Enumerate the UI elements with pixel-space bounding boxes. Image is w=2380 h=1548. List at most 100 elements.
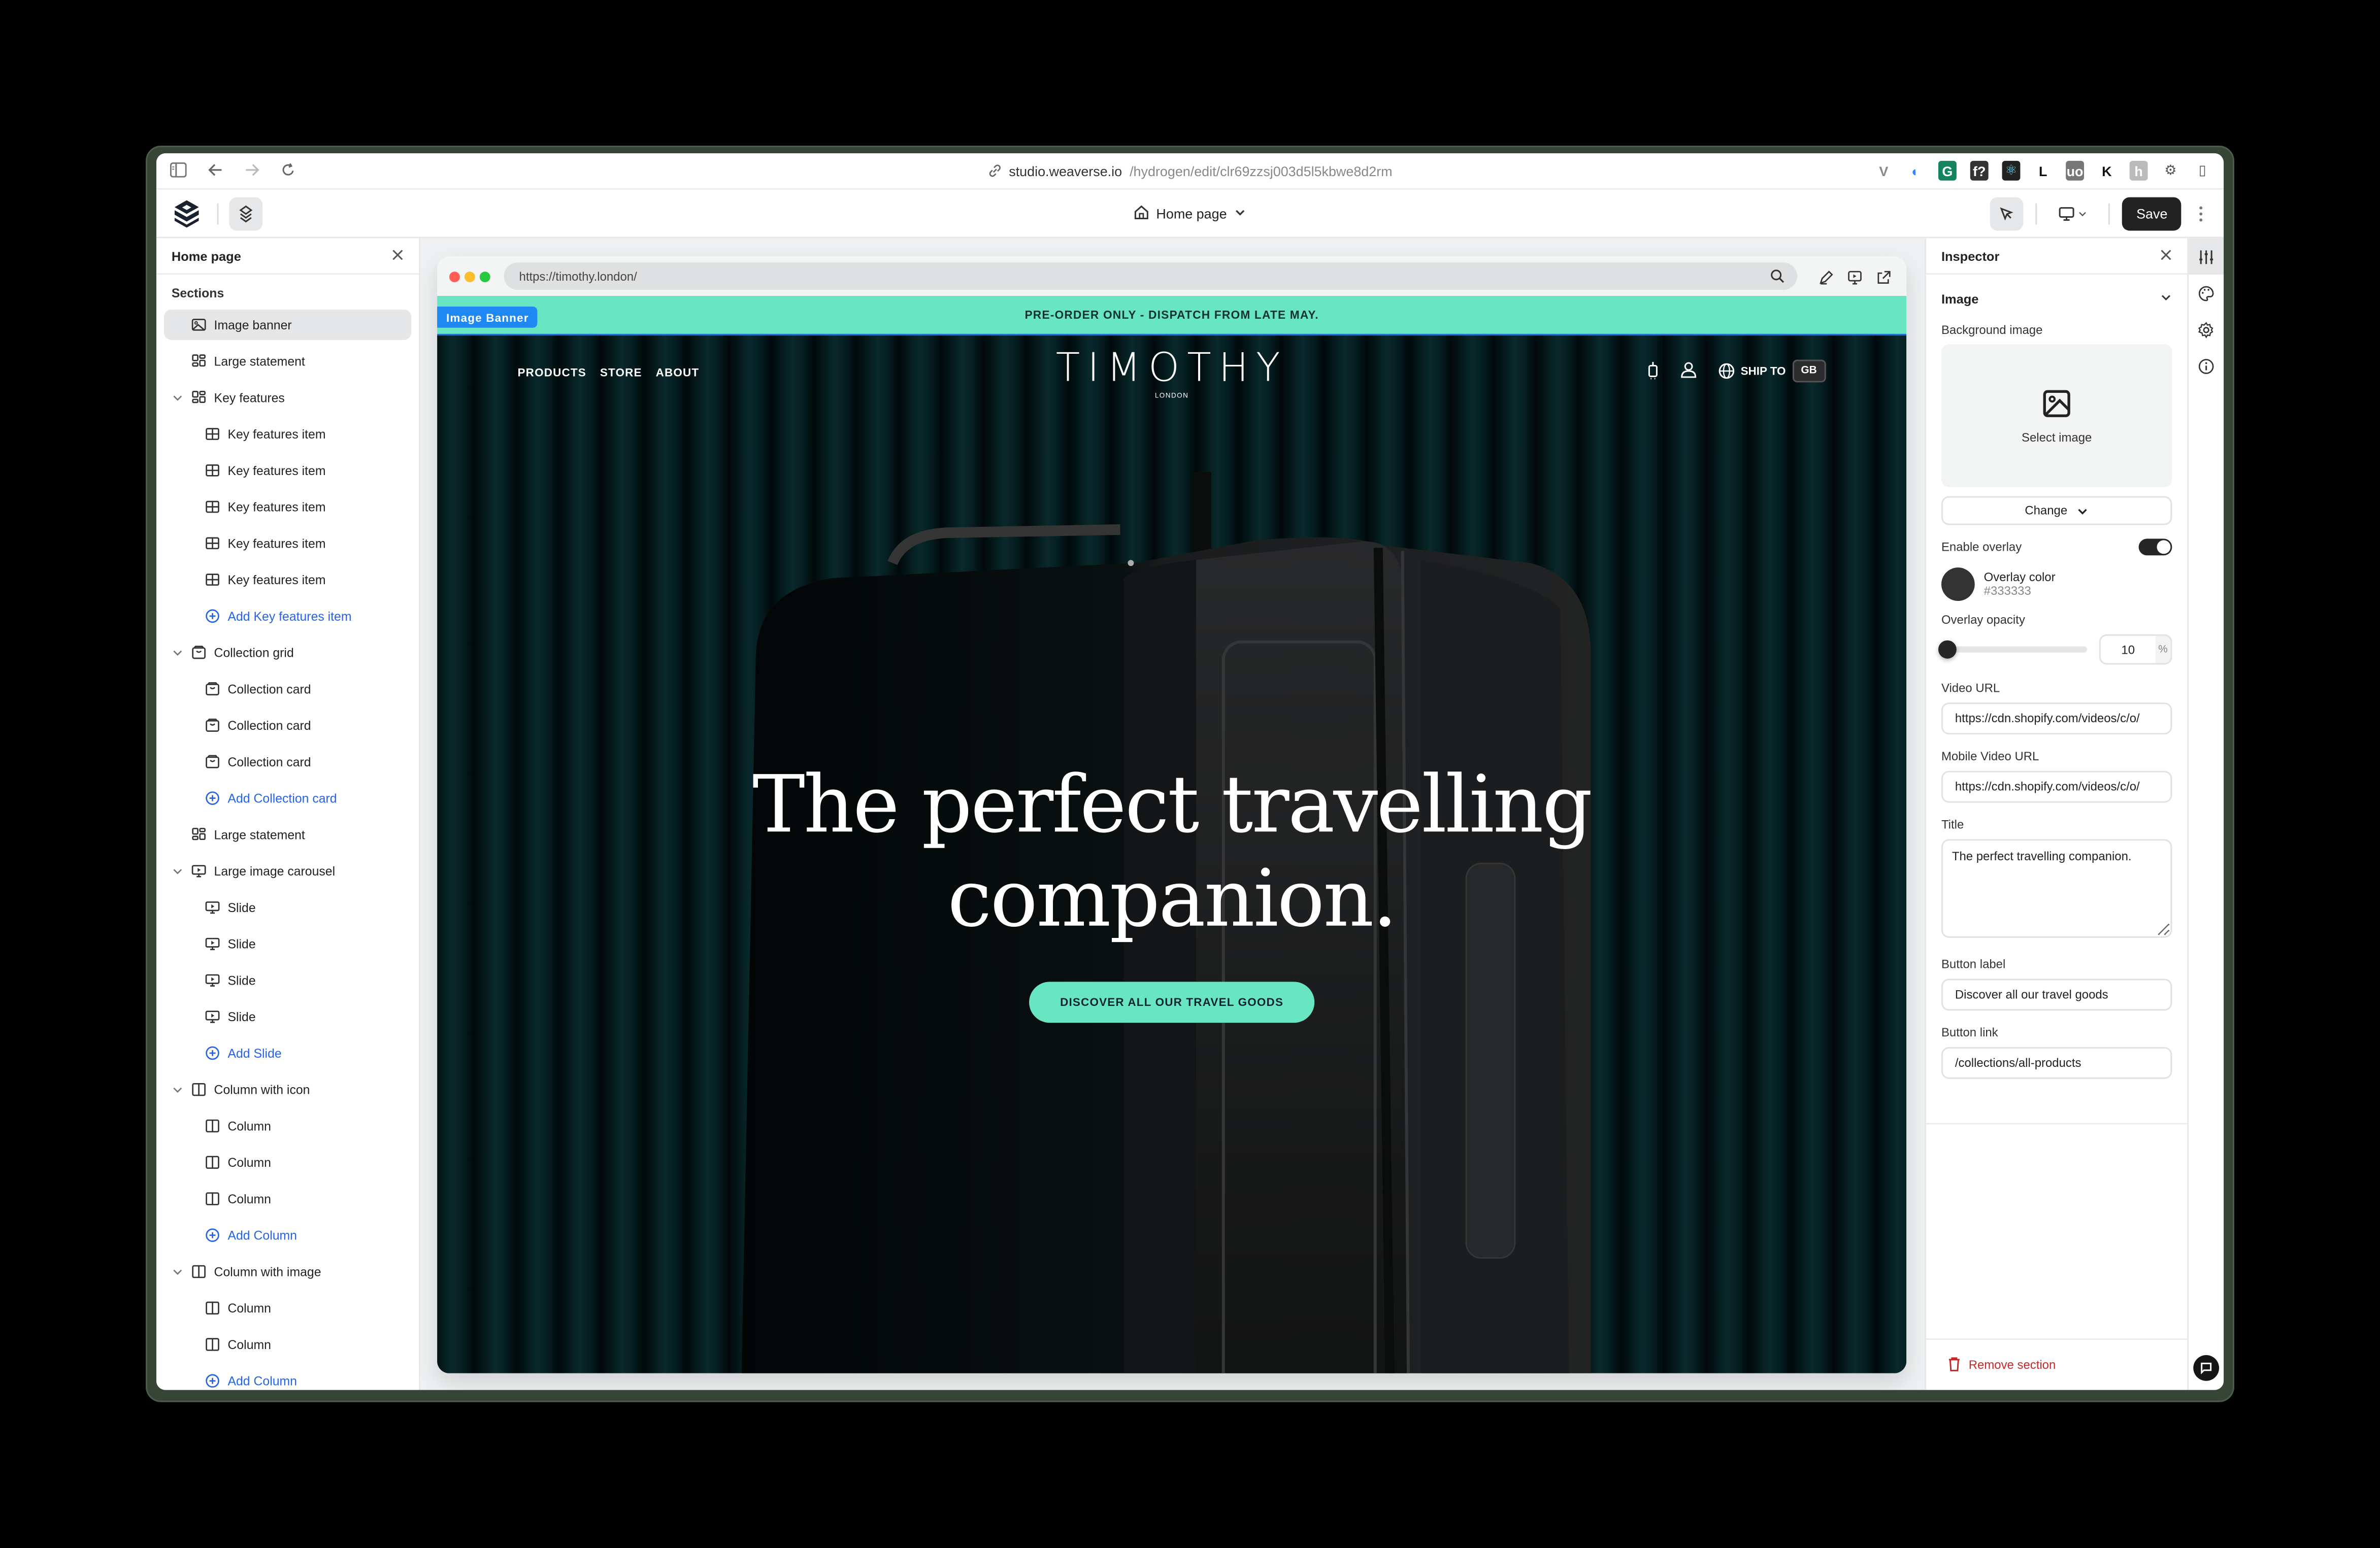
account-icon[interactable]	[1680, 361, 1697, 381]
info-tab[interactable]	[2189, 348, 2224, 384]
overlay-color-picker[interactable]: Overlay color #333333	[1941, 567, 2172, 601]
image-picker[interactable]: Select image	[1941, 344, 2172, 487]
k-extension-extension-icon[interactable]: K	[2098, 161, 2116, 181]
add-block-button[interactable]: Add Key features item	[156, 598, 419, 634]
block-item[interactable]: Column	[156, 1108, 419, 1145]
block-item[interactable]: Slide	[156, 889, 419, 926]
block-item[interactable]: Key features item	[156, 489, 419, 525]
block-item[interactable]: Key features item	[156, 416, 419, 452]
l-extension-extension-icon[interactable]: L	[2034, 161, 2052, 181]
vue-devtools-extension-icon[interactable]: V	[1874, 161, 1893, 181]
slideshow-icon	[205, 936, 220, 952]
block-item[interactable]: Key features item	[156, 561, 419, 598]
home-icon	[1134, 205, 1149, 223]
select-tool-button[interactable]	[1991, 197, 2024, 231]
section-item[interactable]: Column with image	[156, 1254, 419, 1290]
settings-tab[interactable]	[2189, 238, 2224, 275]
enable-overlay-toggle[interactable]	[2138, 539, 2172, 556]
preview-url-field[interactable]: https://timothy.london/	[504, 262, 1797, 290]
tree-item-label: Image banner	[214, 317, 292, 332]
block-item[interactable]: Slide	[156, 962, 419, 999]
device-selector[interactable]	[2050, 207, 2097, 222]
slider-thumb[interactable]	[1938, 640, 1957, 659]
block-item[interactable]: Column	[156, 1181, 419, 1217]
font-ninja-extension-icon[interactable]: f?	[1970, 160, 1989, 181]
section-item[interactable]: Large statement	[156, 817, 419, 853]
add-block-button[interactable]: Add Slide	[156, 1035, 419, 1071]
chat-icon	[2201, 1362, 2212, 1374]
section-item[interactable]: Collection grid	[156, 634, 419, 671]
ship-to-selector[interactable]: SHIP TO GB	[1718, 359, 1826, 383]
more-options-icon[interactable]	[2193, 206, 2208, 222]
browser-window: studio.weaverse.io/hydrogen/edit/clr69zz…	[156, 153, 2224, 1390]
extensions-menu-extension-icon[interactable]: ⚙	[2161, 161, 2179, 181]
lock-extension-extension-icon[interactable]: ◐	[1906, 161, 1925, 181]
section-item[interactable]: Key features	[156, 379, 419, 416]
change-image-button[interactable]: Change	[1941, 496, 2172, 525]
video-url-input[interactable]	[1941, 702, 2172, 735]
page-selector[interactable]: Home page	[156, 190, 2224, 239]
chevron-down-icon[interactable]	[172, 865, 184, 877]
block-item[interactable]: Column	[156, 1326, 419, 1363]
overlay-opacity-slider[interactable]	[1938, 640, 2087, 659]
brand-city: LONDON	[1154, 391, 1189, 399]
chevron-down-icon[interactable]	[172, 647, 184, 659]
sidebar-toggle-icon[interactable]	[170, 157, 187, 184]
theme-tab[interactable]	[2189, 275, 2224, 311]
block-item[interactable]: Collection card	[156, 744, 419, 780]
split-view-extension-icon[interactable]: ▯	[2193, 161, 2211, 181]
save-button[interactable]: Save	[2123, 197, 2181, 231]
section-item[interactable]: Image banner	[163, 309, 412, 340]
section-item[interactable]: Large statement	[156, 343, 419, 380]
preview-mode-icon[interactable]	[1847, 265, 1863, 293]
button-link-input[interactable]	[1941, 1047, 2172, 1079]
search-icon[interactable]	[1770, 268, 1785, 287]
section-item[interactable]: Large image carousel	[156, 853, 419, 889]
remove-section-button[interactable]: Remove section	[1926, 1338, 2188, 1390]
block-item[interactable]: Slide	[156, 998, 419, 1035]
ublock-origin-extension-icon[interactable]: uo	[2066, 160, 2084, 181]
cta-button[interactable]: DISCOVER ALL OUR TRAVEL GOODS	[1029, 982, 1315, 1023]
image-banner-section[interactable]: PRODUCTS STORE ABOUT TIMOTHY LONDON SHIP T…	[437, 335, 1907, 1373]
button-label-input[interactable]	[1941, 979, 2172, 1011]
block-item[interactable]: Collection card	[156, 707, 419, 744]
inspector-title: Inspector	[1941, 248, 2000, 263]
edit-icon[interactable]	[1819, 265, 1834, 293]
close-icon[interactable]	[391, 248, 404, 263]
chevron-down-icon[interactable]	[172, 1084, 184, 1096]
honey-extension-icon[interactable]: h	[2129, 160, 2148, 181]
overlay-opacity-input[interactable]: 10 %	[2099, 634, 2172, 665]
add-block-button[interactable]: Add Column	[156, 1363, 419, 1390]
block-item[interactable]: Key features item	[156, 452, 419, 489]
back-icon[interactable]	[208, 157, 223, 184]
preview-url: https://timothy.london/	[519, 269, 637, 283]
block-item[interactable]: Collection card	[156, 670, 419, 707]
chevron-down-icon[interactable]	[172, 1265, 184, 1277]
section-label-tag[interactable]: Image Banner	[437, 306, 538, 328]
react-devtools-extension-icon[interactable]: ⚛	[2002, 160, 2021, 181]
grammarly-extension-icon[interactable]: G	[1938, 160, 1957, 181]
add-block-button[interactable]: Add Column	[156, 1217, 419, 1254]
reload-icon[interactable]	[281, 157, 296, 184]
add-block-button[interactable]: Add Collection card	[156, 780, 419, 817]
overlay-color-swatch[interactable]	[1941, 567, 1975, 601]
mobile-video-url-input[interactable]	[1941, 770, 2172, 803]
sections-sidebar: Home page Sections Image banner Large sta…	[156, 238, 421, 1390]
inspector-rail	[2189, 238, 2224, 1390]
chat-button[interactable]	[2193, 1355, 2220, 1381]
block-item[interactable]: Key features item	[156, 525, 419, 561]
block-item[interactable]: Slide	[156, 926, 419, 962]
block-item[interactable]: Column	[156, 1144, 419, 1181]
image-group-header[interactable]: Image	[1941, 275, 2172, 323]
block-item[interactable]: Column	[156, 1290, 419, 1326]
title-textarea[interactable]: The perfect travelling companion.	[1941, 839, 2172, 938]
close-icon[interactable]	[2160, 248, 2172, 263]
advanced-tab[interactable]	[2189, 311, 2224, 348]
sections-label: Sections	[171, 285, 224, 300]
open-external-icon[interactable]	[1876, 265, 1891, 293]
forward-icon[interactable]	[244, 157, 259, 184]
tree-item-label: Add Column	[227, 1373, 297, 1389]
luggage-icon[interactable]	[1646, 360, 1659, 382]
section-item[interactable]: Column with icon	[156, 1071, 419, 1108]
chevron-down-icon[interactable]	[172, 391, 184, 403]
